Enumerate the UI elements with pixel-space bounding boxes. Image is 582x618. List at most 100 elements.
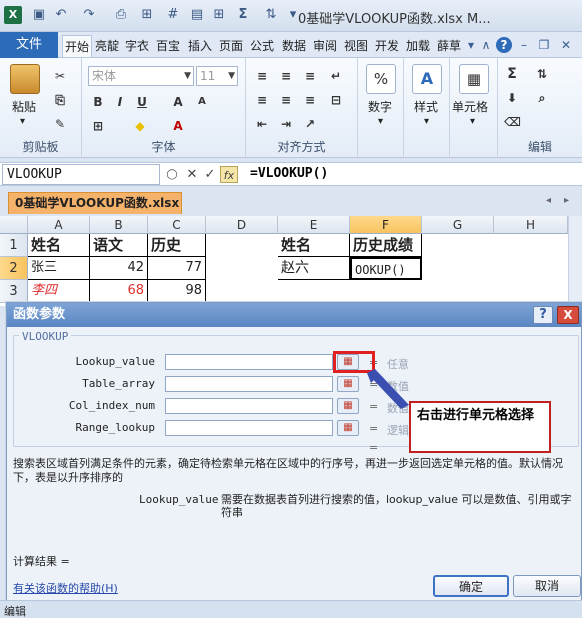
column-header-g[interactable]: G [422,216,494,234]
align-center-icon[interactable]: ≡ [278,92,294,108]
collapse-ribbon-icon[interactable]: ∧ [478,37,494,53]
percent-icon[interactable]: % [366,64,396,94]
cell-b2[interactable]: 42 [90,257,148,280]
cell-c1[interactable]: 历史 [148,234,206,257]
name-box-dropdown-icon[interactable]: ◯ [164,166,180,183]
cells-icon[interactable]: ▦ [459,64,489,94]
cell-a3[interactable]: 李四 [28,280,90,303]
help-icon[interactable]: ? [496,37,512,53]
underline-icon[interactable]: U [134,94,150,110]
font-color-icon[interactable]: A [170,118,186,134]
column-header-f[interactable]: F [350,216,422,234]
number-label[interactable]: 数字 [368,98,392,115]
tab-insert[interactable]: 插入 [186,35,214,57]
tab-overflow-icon[interactable]: ▾ [463,37,479,53]
ok-button[interactable]: 确定 [433,575,509,597]
save-icon[interactable]: ▣ [30,6,48,24]
tab-view[interactable]: 视图 [342,35,370,57]
autosum-icon[interactable]: Σ [234,6,252,24]
paste-label[interactable]: 粘贴 [12,98,36,115]
style-label[interactable]: 样式 [414,98,438,115]
cell-e2[interactable]: 赵六 [278,257,350,280]
format-painter-icon[interactable]: ✎ [52,116,68,132]
cell-b3[interactable]: 68 [90,280,148,303]
tab-3[interactable]: 字衣 [123,35,151,57]
tab-4[interactable]: 百宝 [154,35,182,57]
border-icon[interactable]: ⊞ [90,118,106,134]
scroll-tabs-left-icon[interactable]: ◂ [546,195,551,206]
select-all-corner[interactable] [0,216,28,234]
font-size-combo[interactable]: 11 ▼ [196,66,238,86]
row-header-1[interactable]: 1 [0,234,28,257]
redo-icon[interactable]: ↷ [80,6,98,24]
row-header-2[interactable]: 2 [0,257,28,280]
undo-icon[interactable]: ↶ [52,6,70,24]
column-header-a[interactable]: A [28,216,90,234]
worksheet-grid[interactable]: A B C D E F G H 1 2 3 姓名 语文 历史 姓名 历史成绩 张… [0,216,582,306]
decrease-indent-icon[interactable]: ⇤ [254,116,270,132]
increase-indent-icon[interactable]: ⇥ [278,116,294,132]
number-dropdown-icon[interactable]: ▾ [378,116,383,127]
align-top-icon[interactable]: ≡ [254,68,270,84]
tab-data[interactable]: 数据 [280,35,308,57]
tab-home[interactable]: 开始 [62,35,92,57]
paste-icon[interactable] [10,64,40,94]
fill-icon[interactable]: ⬇ [504,90,520,106]
fill-color-icon[interactable]: ◆ [132,118,148,134]
copy-icon[interactable]: ⎘ [52,92,68,108]
cells-dropdown-icon[interactable]: ▾ [470,116,475,127]
formula-text[interactable]: =VLOOKUP() [250,166,328,181]
tab-file[interactable]: 文件 [0,32,58,58]
align-right-icon[interactable]: ≡ [302,92,318,108]
align-middle-icon[interactable]: ≡ [278,68,294,84]
styles-icon[interactable]: A [412,64,442,94]
cell-a1[interactable]: 姓名 [28,234,90,257]
cut-icon[interactable]: ✂ [52,68,68,84]
find-icon[interactable]: ⌕ [534,90,550,106]
layout-icon[interactable]: ⊞ [138,6,156,24]
function-help-link[interactable]: 有关该函数的帮助(H) [13,580,118,596]
orientation-icon[interactable]: ↗ [302,116,318,132]
cells-label[interactable]: 单元格 [452,98,488,115]
cell-c3[interactable]: 98 [148,280,206,303]
column-header-d[interactable]: D [206,216,278,234]
shrink-font-icon[interactable]: A [194,94,210,110]
scroll-tabs-right-icon[interactable]: ▸ [564,195,569,206]
enter-formula-icon[interactable]: ✓ [202,166,218,183]
styles-dropdown-icon[interactable]: ▾ [424,116,429,127]
tab-developer[interactable]: 开发 [373,35,401,57]
sort-filter-icon[interactable]: ⇅ [534,66,550,82]
column-header-h[interactable]: H [494,216,568,234]
name-box[interactable]: VLOOKUP [2,164,160,185]
align-left-icon[interactable]: ≡ [254,92,270,108]
cell-a2[interactable]: 张三 [28,257,90,280]
close-workbook-icon[interactable]: ✕ [558,37,574,53]
cell-c2[interactable]: 77 [148,257,206,280]
workbook-tab[interactable]: 0基础学VLOOKUP函数.xlsx [8,192,182,214]
column-header-c[interactable]: C [148,216,206,234]
font-name-combo[interactable]: 宋体 ▼ [88,66,194,86]
form-icon[interactable]: ▤ [188,6,206,24]
bold-icon[interactable]: B [90,94,106,110]
column-header-e[interactable]: E [278,216,350,234]
tab-2[interactable]: 亮靛 [93,35,121,57]
tab-13[interactable]: 薛草 [435,35,463,57]
tab-page-layout[interactable]: 页面 [217,35,245,57]
autosum-ribbon-icon[interactable]: Σ [504,66,520,82]
clear-icon[interactable]: ⌫ [504,114,521,130]
minimize-icon[interactable]: – [516,37,532,53]
wrap-text-icon[interactable]: ↵ [328,68,344,84]
insert-function-button[interactable]: fx [220,166,238,183]
row-header-3[interactable]: 3 [0,280,28,303]
align-bottom-icon[interactable]: ≡ [302,68,318,84]
cancel-button[interactable]: 取消 [513,575,581,597]
grow-font-icon[interactable]: A [170,94,186,110]
sort-icon[interactable]: ⇅ [262,6,280,24]
column-header-b[interactable]: B [90,216,148,234]
cell-f1[interactable]: 历史成绩 [350,234,422,257]
tab-addins[interactable]: 加载 [404,35,432,57]
number-icon[interactable]: # [164,6,182,24]
cell-e1[interactable]: 姓名 [278,234,350,257]
restore-icon[interactable]: ❐ [536,37,552,53]
tab-review[interactable]: 审阅 [311,35,339,57]
